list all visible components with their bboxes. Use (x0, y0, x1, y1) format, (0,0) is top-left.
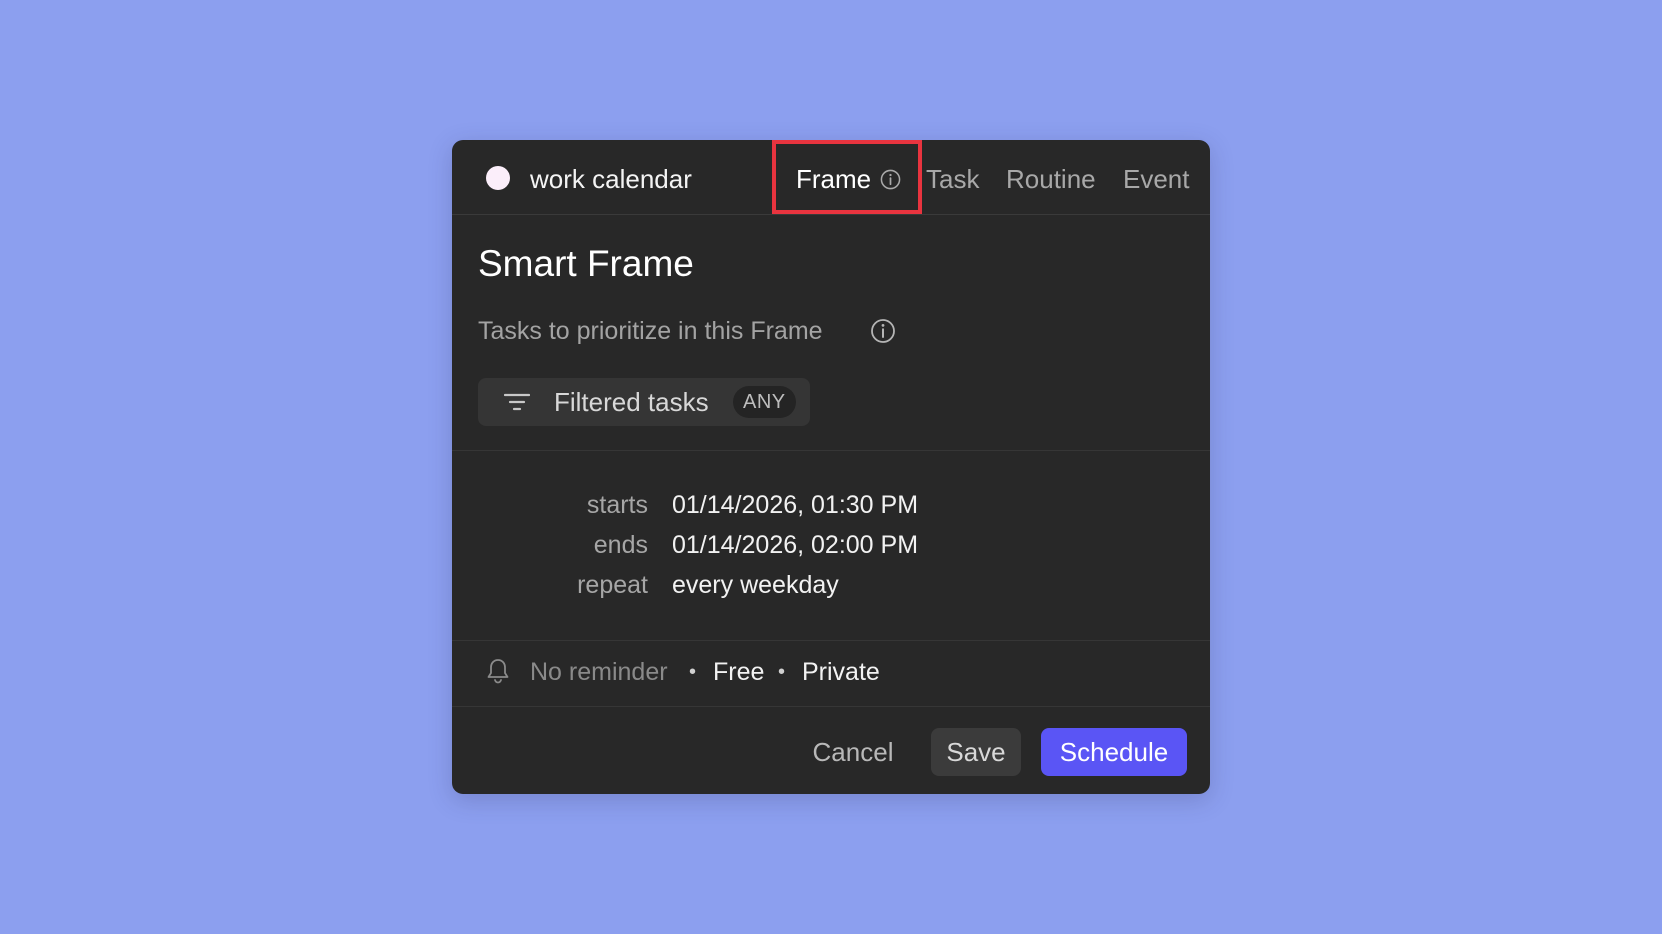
frame-dialog: work calendar Frame Task Routine Event S… (452, 140, 1210, 794)
divider (452, 640, 1210, 641)
divider (452, 450, 1210, 451)
save-button[interactable]: Save (931, 728, 1021, 776)
reminder-setting[interactable]: No reminder (530, 655, 668, 689)
tasks-subtitle: Tasks to prioritize in this Frame (478, 317, 823, 345)
starts-label: starts (586, 491, 648, 519)
separator-dot: • (689, 661, 697, 683)
divider (452, 706, 1210, 707)
filtered-tasks-label: Filtered tasks (554, 387, 709, 417)
tab-event[interactable]: Event (1123, 162, 1190, 196)
schedule-button[interactable]: Schedule (1041, 728, 1187, 776)
separator-dot: • (778, 661, 786, 683)
calendar-color-dot[interactable] (486, 166, 510, 190)
availability-setting[interactable]: Free (713, 655, 764, 689)
filter-icon (504, 393, 530, 411)
ends-value[interactable]: 01/14/2026, 02:00 PM (672, 528, 918, 562)
bell-icon[interactable] (485, 657, 511, 685)
starts-value[interactable]: 01/14/2026, 01:30 PM (672, 488, 918, 522)
tab-frame-label: Frame (796, 164, 872, 194)
ends-label: ends (593, 531, 648, 559)
tab-frame[interactable]: Frame (772, 140, 922, 214)
visibility-setting[interactable]: Private (802, 655, 880, 689)
filter-match-badge[interactable]: ANY (733, 386, 796, 418)
info-icon[interactable] (870, 318, 896, 344)
calendar-name[interactable]: work calendar (530, 162, 692, 196)
dialog-header: work calendar Frame Task Routine Event (452, 140, 1210, 215)
repeat-value[interactable]: every weekday (672, 568, 839, 602)
filtered-tasks-button[interactable]: Filtered tasks ANY (478, 378, 810, 426)
cancel-button[interactable]: Cancel (798, 728, 908, 776)
info-icon[interactable] (880, 169, 901, 190)
tab-routine[interactable]: Routine (1006, 162, 1096, 196)
page-title[interactable]: Smart Frame (478, 242, 694, 286)
repeat-label: repeat (577, 571, 648, 599)
tab-task[interactable]: Task (926, 162, 979, 196)
